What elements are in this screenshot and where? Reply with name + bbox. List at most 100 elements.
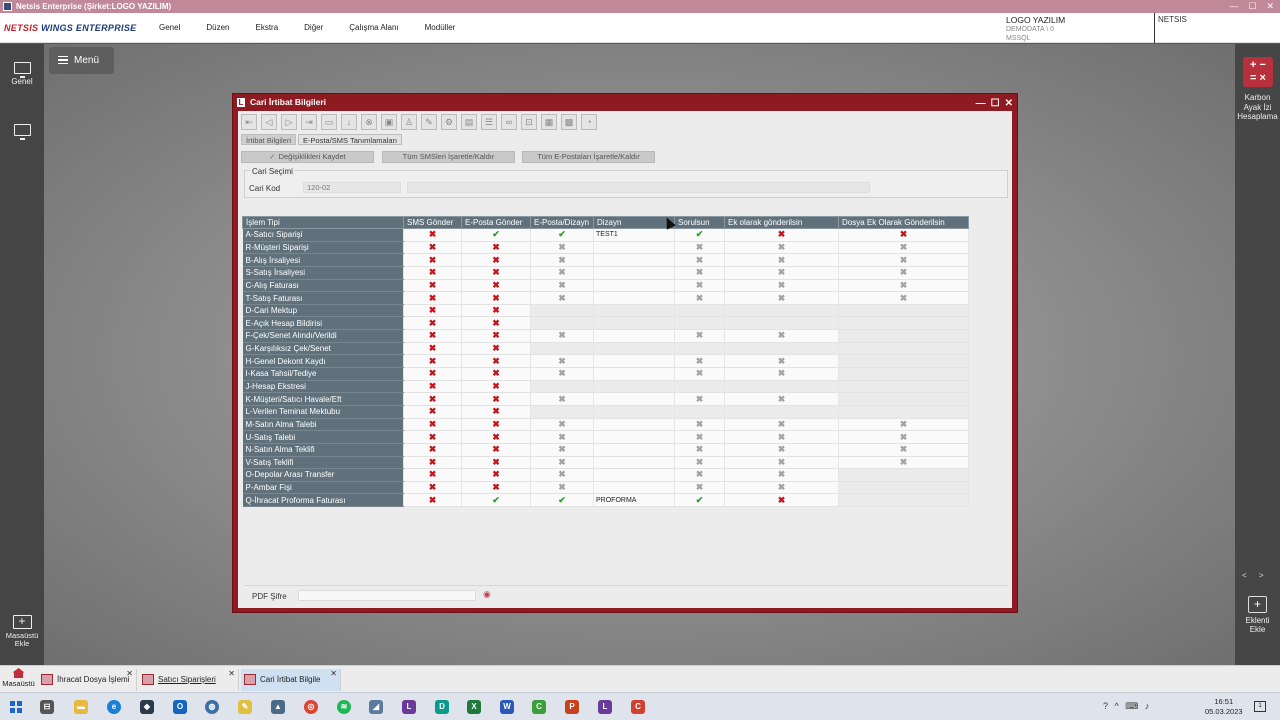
toggle-cell[interactable]: ✖ bbox=[530, 456, 594, 470]
minimize-button[interactable]: — bbox=[1229, 0, 1238, 13]
toggle-cell[interactable]: ✖ bbox=[724, 430, 839, 444]
design-cell[interactable] bbox=[593, 304, 675, 318]
toggle-cell[interactable]: ✖ bbox=[674, 392, 725, 406]
menu-item-3[interactable]: Diğer bbox=[304, 23, 323, 32]
outlook-icon[interactable]: O bbox=[173, 700, 187, 714]
design-cell[interactable] bbox=[593, 481, 675, 495]
cari-name-input[interactable] bbox=[407, 182, 870, 193]
edit-icon[interactable]: ✎ bbox=[421, 114, 437, 130]
download-icon[interactable]: ↓ bbox=[341, 114, 357, 130]
toggle-cell[interactable]: ✖ bbox=[838, 279, 969, 293]
link-icon[interactable]: ∞ bbox=[501, 114, 517, 130]
notes-icon[interactable]: ✎ bbox=[238, 700, 252, 714]
file-explorer-icon[interactable]: ▬ bbox=[74, 700, 88, 714]
toggle-cell[interactable]: ✖ bbox=[838, 228, 969, 242]
design-cell[interactable] bbox=[593, 468, 675, 482]
toggle-cell[interactable]: ✖ bbox=[838, 291, 969, 305]
toggle-cell[interactable]: ✖ bbox=[530, 430, 594, 444]
toggle-cell[interactable]: ✖ bbox=[461, 468, 531, 482]
design-cell[interactable] bbox=[593, 291, 675, 305]
design-cell[interactable] bbox=[593, 380, 675, 394]
pdf-password-input[interactable] bbox=[298, 590, 476, 601]
toggle-cell[interactable]: ✖ bbox=[403, 266, 462, 280]
eye-icon[interactable]: ◉ bbox=[483, 589, 491, 600]
next-record-icon[interactable]: ▷ bbox=[281, 114, 297, 130]
toggle-cell[interactable]: ✖ bbox=[674, 367, 725, 381]
toggle-all-email-button[interactable]: Tüm E-Postaları İşaretle/Kaldır bbox=[522, 151, 655, 163]
toggle-cell[interactable]: ✖ bbox=[461, 279, 531, 293]
toggle-cell[interactable]: ✖ bbox=[530, 392, 594, 406]
toggle-cell[interactable]: ✖ bbox=[461, 392, 531, 406]
logo-app-icon-1[interactable]: L bbox=[402, 700, 416, 714]
toggle-cell[interactable]: ✖ bbox=[403, 354, 462, 369]
window-tab-satici-siparisleri[interactable]: Satıcı Siparişleri ✕ bbox=[139, 669, 239, 691]
toggle-cell[interactable]: ✖ bbox=[838, 418, 969, 432]
close-tab-icon[interactable]: ✕ bbox=[126, 663, 133, 685]
list-icon[interactable]: ☰ bbox=[481, 114, 497, 130]
toggle-cell[interactable]: ✖ bbox=[403, 304, 462, 318]
app-icon-2[interactable]: ◢ bbox=[369, 700, 383, 714]
design-cell[interactable]: PROFORMA bbox=[593, 493, 675, 508]
column-header[interactable]: İşlem Tipi bbox=[242, 216, 404, 229]
design-cell[interactable] bbox=[593, 443, 675, 457]
toggle-cell[interactable]: ✖ bbox=[838, 266, 969, 280]
toggle-cell[interactable]: ✖ bbox=[530, 468, 594, 482]
toggle-cell[interactable]: ✖ bbox=[530, 266, 594, 280]
design-cell[interactable] bbox=[593, 329, 675, 343]
menu-item-0[interactable]: Genel bbox=[159, 23, 180, 32]
toggle-cell[interactable]: ✖ bbox=[838, 253, 969, 267]
app-icon-d[interactable]: D bbox=[435, 700, 449, 714]
toggle-cell[interactable]: ✖ bbox=[403, 405, 462, 419]
toggle-cell[interactable]: ✖ bbox=[838, 241, 969, 255]
app-icon-c[interactable]: C bbox=[532, 700, 546, 714]
previous-record-icon[interactable]: ◁ bbox=[261, 114, 277, 130]
menu-item-1[interactable]: Düzen bbox=[206, 23, 229, 32]
user-icon[interactable]: ♙ bbox=[401, 114, 417, 130]
toggle-cell[interactable]: ✔ bbox=[461, 228, 531, 242]
toggle-cell[interactable]: ✖ bbox=[674, 253, 725, 267]
document-icon[interactable]: ▤ bbox=[461, 114, 477, 130]
toggle-cell[interactable]: ✖ bbox=[461, 253, 531, 267]
add-desktop-button[interactable]: + Masaüstü Ekle bbox=[0, 615, 44, 648]
system-clock[interactable]: 16:51 05.03.2023 bbox=[1205, 697, 1243, 717]
window-close-button[interactable]: ✕ bbox=[1005, 95, 1013, 112]
toggle-cell[interactable]: ✖ bbox=[461, 329, 531, 343]
toggle-cell[interactable]: ✖ bbox=[461, 443, 531, 457]
toggle-cell[interactable]: ✖ bbox=[403, 241, 462, 255]
chrome-icon[interactable]: ◎ bbox=[304, 700, 318, 714]
carbon-calculator-button[interactable]: + − = × bbox=[1243, 57, 1273, 87]
toggle-cell[interactable]: ✖ bbox=[461, 291, 531, 305]
design-cell[interactable] bbox=[593, 354, 675, 369]
toggle-cell[interactable]: ✖ bbox=[530, 481, 594, 495]
open-folder-icon[interactable]: ▣ bbox=[381, 114, 397, 130]
tab-irtibat-bilgileri[interactable]: İrtibat Bilgileri bbox=[241, 134, 297, 145]
edge-icon[interactable]: e bbox=[107, 700, 121, 714]
toggle-cell[interactable]: ✖ bbox=[674, 443, 725, 457]
close-tab-icon[interactable]: ✕ bbox=[228, 663, 235, 685]
toggle-cell[interactable]: ✖ bbox=[403, 380, 462, 394]
toggle-cell[interactable]: ✖ bbox=[461, 266, 531, 280]
desktop-home-tab[interactable]: Masaüstü bbox=[0, 668, 37, 688]
toggle-cell[interactable]: ✖ bbox=[530, 253, 594, 267]
toggle-cell[interactable]: ✖ bbox=[674, 418, 725, 432]
globe-icon[interactable]: ◍ bbox=[205, 700, 219, 714]
toggle-cell[interactable]: ✖ bbox=[724, 456, 839, 470]
toggle-cell[interactable]: ✖ bbox=[530, 279, 594, 293]
toggle-cell[interactable]: ✖ bbox=[674, 279, 725, 293]
first-record-icon[interactable]: ⇤ bbox=[241, 114, 257, 130]
excel-icon[interactable]: X bbox=[467, 700, 481, 714]
toggle-cell[interactable]: ✖ bbox=[461, 405, 531, 419]
toggle-cell[interactable]: ✖ bbox=[674, 329, 725, 343]
logo-app-icon-2[interactable]: L bbox=[598, 700, 612, 714]
window-tab-ihracat[interactable]: İhracat Dosya İşlemi ✕ bbox=[38, 669, 137, 691]
column-header[interactable]: SMS Gönder bbox=[403, 216, 462, 229]
xls-icon[interactable]: ▦ bbox=[541, 114, 557, 130]
app-icon-1[interactable]: ◆ bbox=[140, 700, 154, 714]
toggle-cell[interactable]: ✖ bbox=[724, 481, 839, 495]
toggle-cell[interactable]: ✖ bbox=[724, 493, 839, 508]
toggle-cell[interactable]: ✖ bbox=[403, 392, 462, 406]
toggle-cell[interactable]: ✖ bbox=[674, 430, 725, 444]
design-cell[interactable] bbox=[593, 266, 675, 280]
toggle-cell[interactable]: ✖ bbox=[724, 279, 839, 293]
chart-icon[interactable]: ◔ bbox=[581, 114, 597, 130]
